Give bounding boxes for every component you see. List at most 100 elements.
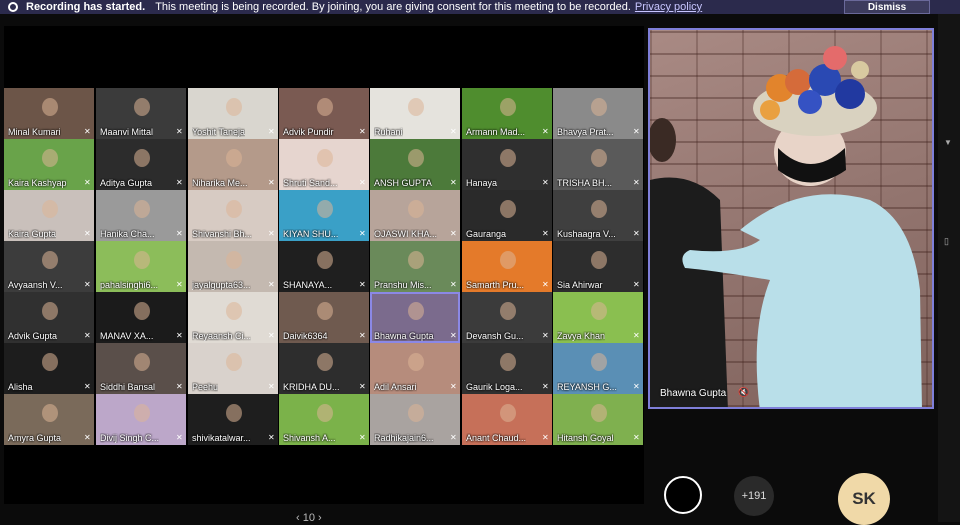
participant-tile[interactable]: OJASWI KHA... ✕ bbox=[370, 190, 460, 241]
participant-name: Kushaagra V... bbox=[557, 229, 616, 239]
participant-name: Advik Gupta bbox=[8, 331, 58, 341]
recording-icon bbox=[8, 2, 18, 12]
participant-tile[interactable]: Shruti Sand... ✕ bbox=[279, 139, 369, 190]
participant-name: Hanaya bbox=[466, 178, 498, 188]
participant-video bbox=[591, 149, 607, 167]
participant-tile[interactable]: shivikatalwar... ✕ bbox=[188, 394, 278, 445]
participant-tile[interactable]: Minal Kumari ✕ bbox=[4, 88, 94, 139]
participant-tile[interactable]: Samarth Pru... ✕ bbox=[462, 241, 552, 292]
participant-tile[interactable]: Aditya Gupta ✕ bbox=[96, 139, 186, 190]
muted-mic-icon: ✕ bbox=[359, 433, 366, 442]
participant-tile[interactable]: Avyaansh V... ✕ bbox=[4, 241, 94, 292]
participant-tile[interactable]: MANAV XA... ✕ bbox=[96, 292, 186, 343]
participant-tile[interactable]: Kaira Gupta ✕ bbox=[4, 190, 94, 241]
participant-tile[interactable]: Anant Chaud... ✕ bbox=[462, 394, 552, 445]
participant-tile[interactable]: jayalgupta63... ✕ bbox=[188, 241, 278, 292]
participant-tile[interactable]: REYANSH G... ✕ bbox=[553, 343, 643, 394]
participant-video bbox=[42, 404, 58, 422]
participant-video bbox=[134, 98, 150, 116]
participant-tile[interactable]: Adil Ansari ✕ bbox=[370, 343, 460, 394]
participant-tile[interactable]: Hanika Cha... ✕ bbox=[96, 190, 186, 241]
participant-tile[interactable]: Gaurik Loga... ✕ bbox=[462, 343, 552, 394]
participant-video bbox=[591, 302, 607, 320]
participant-tile[interactable]: Sia Ahirwar ✕ bbox=[553, 241, 643, 292]
participant-tile[interactable]: Devansh Gu... ✕ bbox=[462, 292, 552, 343]
participant-name: Hanika Cha... bbox=[100, 229, 155, 239]
participant-video bbox=[408, 404, 424, 422]
participant-video bbox=[591, 353, 607, 371]
participant-tile[interactable]: Gauranga ✕ bbox=[462, 190, 552, 241]
participant-tile[interactable]: Advik Gupta ✕ bbox=[4, 292, 94, 343]
participant-video bbox=[226, 251, 242, 269]
participant-tile[interactable]: Zavya Khan ✕ bbox=[553, 292, 643, 343]
participant-name: Hitansh Goyal bbox=[557, 433, 614, 443]
participant-tile[interactable]: Radhikajain6... ✕ bbox=[370, 394, 460, 445]
participant-name: Pranshu Mis... bbox=[374, 280, 432, 290]
chevron-down-icon[interactable]: ▼ bbox=[944, 138, 952, 147]
participant-video bbox=[42, 200, 58, 218]
participant-tile[interactable]: Daivik6364 ✕ bbox=[279, 292, 369, 343]
participant-name: Devansh Gu... bbox=[466, 331, 524, 341]
page-navigator[interactable]: ‹ 10 › bbox=[296, 512, 322, 524]
participant-name: Yoshit Taneja bbox=[192, 127, 246, 137]
participant-avatar-icon[interactable] bbox=[664, 476, 702, 514]
spotlight-video[interactable]: Bhawna Gupta 🔇 bbox=[648, 28, 934, 409]
participant-tile[interactable]: Hitansh Goyal ✕ bbox=[553, 394, 643, 445]
participant-tile[interactable]: Hanaya ✕ bbox=[462, 139, 552, 190]
participant-video bbox=[500, 404, 516, 422]
participant-tile[interactable]: Bhavya Prat... ✕ bbox=[553, 88, 643, 139]
participant-tile[interactable]: KIYAN SHU... ✕ bbox=[279, 190, 369, 241]
participant-tile[interactable]: Pranshu Mis... ✕ bbox=[370, 241, 460, 292]
participant-tile[interactable]: Armann Mad... ✕ bbox=[462, 88, 552, 139]
participant-tile[interactable]: Divij Singh C... ✕ bbox=[96, 394, 186, 445]
participant-name: jayalgupta63... bbox=[192, 280, 251, 290]
participant-tile[interactable]: Yoshit Taneja ✕ bbox=[188, 88, 278, 139]
participant-tile[interactable]: pahalsinghi6... ✕ bbox=[96, 241, 186, 292]
muted-mic-icon: ✕ bbox=[359, 229, 366, 238]
participant-tile[interactable]: ANSH GUPTA ✕ bbox=[370, 139, 460, 190]
participant-name: Divij Singh C... bbox=[100, 433, 160, 443]
participant-tile[interactable]: Advik Pundir ✕ bbox=[279, 88, 369, 139]
participant-name: Shruti Sand... bbox=[283, 178, 338, 188]
muted-mic-icon: ✕ bbox=[450, 433, 457, 442]
muted-mic-icon: ✕ bbox=[84, 280, 91, 289]
participant-video bbox=[42, 149, 58, 167]
participant-tile[interactable]: SHANAYA... ✕ bbox=[279, 241, 369, 292]
participant-video bbox=[134, 353, 150, 371]
panel-icon[interactable]: ▯ bbox=[944, 236, 949, 247]
participant-tile[interactable]: Kaira Kashyap ✕ bbox=[4, 139, 94, 190]
participant-tile[interactable]: Kushaagra V... ✕ bbox=[553, 190, 643, 241]
participant-video bbox=[408, 251, 424, 269]
participant-tile[interactable]: Shivanshi Bh... ✕ bbox=[188, 190, 278, 241]
participant-tile[interactable]: Alisha ✕ bbox=[4, 343, 94, 394]
participant-tile[interactable]: Amyra Gupta ✕ bbox=[4, 394, 94, 445]
participant-tile[interactable]: Maanvi Mittal ✕ bbox=[96, 88, 186, 139]
avatar-sk[interactable]: SK bbox=[838, 473, 890, 525]
participant-tile[interactable]: Siddhi Bansal ✕ bbox=[96, 343, 186, 394]
participant-tile[interactable]: Niharika Me... ✕ bbox=[188, 139, 278, 190]
muted-mic-icon: ✕ bbox=[176, 229, 183, 238]
muted-mic-icon: ✕ bbox=[176, 433, 183, 442]
participant-name: MANAV XA... bbox=[100, 331, 154, 341]
participant-tile[interactable]: KRIDHA DU... ✕ bbox=[279, 343, 369, 394]
participant-tile[interactable]: Bhawna Gupta ✕ bbox=[370, 292, 460, 343]
participant-tile[interactable]: Peehu ✕ bbox=[188, 343, 278, 394]
participant-video bbox=[317, 404, 333, 422]
participant-tile[interactable]: TRISHA BH... ✕ bbox=[553, 139, 643, 190]
more-participants-badge[interactable]: +191 bbox=[734, 476, 774, 516]
privacy-policy-link[interactable]: Privacy policy bbox=[635, 1, 702, 13]
muted-mic-icon: ✕ bbox=[633, 127, 640, 136]
participant-tile[interactable]: Ruhani ✕ bbox=[370, 88, 460, 139]
participant-name: Peehu bbox=[192, 382, 219, 392]
participant-name: SHANAYA... bbox=[283, 280, 333, 290]
participant-video bbox=[591, 200, 607, 218]
muted-mic-icon: ✕ bbox=[633, 382, 640, 391]
participant-tile[interactable]: Reyaansh Ci... ✕ bbox=[188, 292, 278, 343]
participant-video bbox=[500, 200, 516, 218]
muted-mic-icon: ✕ bbox=[633, 229, 640, 238]
muted-mic-icon: ✕ bbox=[450, 280, 457, 289]
muted-mic-icon: ✕ bbox=[176, 280, 183, 289]
dismiss-button[interactable]: Dismiss bbox=[844, 0, 930, 14]
participant-tile[interactable]: Shivansh A... ✕ bbox=[279, 394, 369, 445]
participant-video bbox=[500, 302, 516, 320]
